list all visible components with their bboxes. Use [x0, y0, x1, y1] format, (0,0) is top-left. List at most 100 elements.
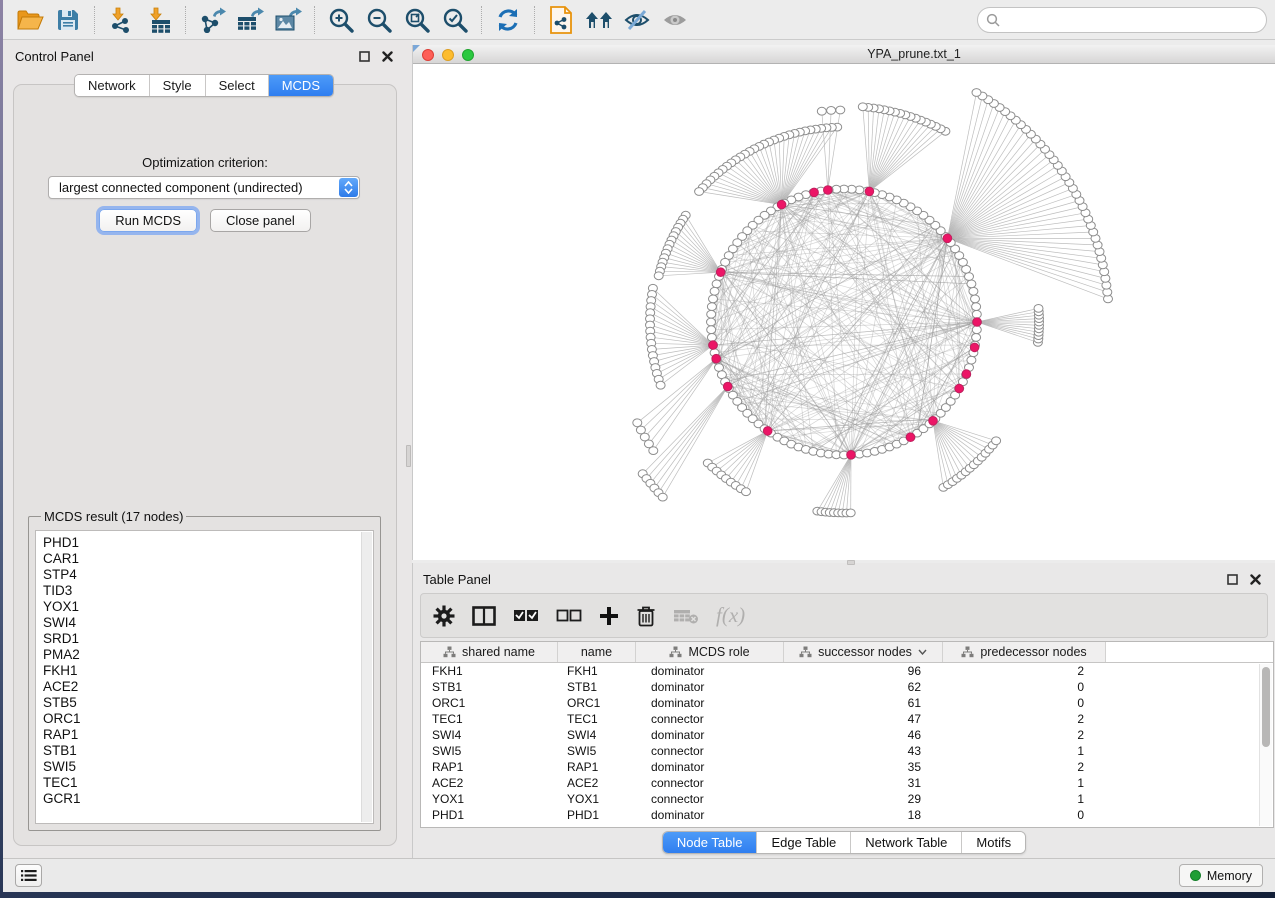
mcds-result-item[interactable]: SRD1: [43, 631, 373, 647]
network-canvas[interactable]: [413, 64, 1275, 560]
table-row[interactable]: SWI5SWI5connector431: [421, 743, 1273, 759]
mcds-result-item[interactable]: GCR1: [43, 791, 373, 807]
close-panel-button[interactable]: Close panel: [210, 209, 311, 232]
mcds-result-item[interactable]: TEC1: [43, 775, 373, 791]
table-row[interactable]: STB1STB1dominator620: [421, 679, 1273, 695]
mcds-result-item[interactable]: STP4: [43, 567, 373, 583]
table-row[interactable]: FKH1FKH1dominator962: [421, 663, 1273, 679]
new-network-from-selection-icon[interactable]: [542, 4, 580, 36]
table-row[interactable]: PHD1PHD1dominator180: [421, 807, 1273, 823]
tab-style[interactable]: Style: [149, 75, 205, 96]
deselect-all-icon[interactable]: [556, 601, 582, 631]
table-cell: 0: [943, 807, 1106, 823]
table-cell: PHD1: [558, 807, 636, 823]
hierarchy-icon: [443, 646, 456, 658]
column-header-successor-nodes[interactable]: successor nodes: [784, 642, 943, 662]
table-cell: 1: [943, 791, 1106, 807]
tab-network-table[interactable]: Network Table: [850, 832, 961, 853]
splitter-handle[interactable]: [406, 445, 411, 467]
import-network-icon[interactable]: [102, 4, 140, 36]
table-cell: dominator: [636, 807, 784, 823]
mcds-list-scrollbar[interactable]: [361, 532, 372, 822]
task-history-button[interactable]: [15, 864, 42, 887]
float-panel-icon[interactable]: [359, 51, 370, 62]
refresh-icon[interactable]: [489, 4, 527, 36]
optimization-criterion-select[interactable]: largest connected component (undirected): [48, 176, 360, 199]
table-scrollbar[interactable]: [1259, 664, 1272, 826]
select-all-icon[interactable]: [513, 601, 539, 631]
search-input[interactable]: [1005, 12, 1258, 27]
mcds-result-item[interactable]: RAP1: [43, 727, 373, 743]
window-minimize-icon[interactable]: [442, 49, 454, 61]
tab-mcds[interactable]: MCDS: [268, 75, 333, 96]
select-first-neighbors-icon[interactable]: [580, 4, 618, 36]
tab-network[interactable]: Network: [75, 75, 149, 96]
mcds-result-item[interactable]: ORC1: [43, 711, 373, 727]
mcds-result-item[interactable]: STB5: [43, 695, 373, 711]
memory-button[interactable]: Memory: [1179, 864, 1263, 887]
tab-edge-table[interactable]: Edge Table: [756, 832, 850, 853]
column-header-predecessor-nodes[interactable]: predecessor nodes: [943, 642, 1106, 662]
export-image-icon[interactable]: [269, 4, 307, 36]
zoom-selected-icon[interactable]: [436, 4, 474, 36]
table-cell: STB1: [421, 679, 558, 695]
vertical-splitter[interactable]: [405, 40, 412, 858]
table-row[interactable]: ORC1ORC1dominator610: [421, 695, 1273, 711]
network-window-title: YPA_prune.txt_1: [413, 47, 1275, 61]
save-session-icon[interactable]: [49, 4, 87, 36]
tab-select[interactable]: Select: [205, 75, 268, 96]
mcds-result-item[interactable]: STB1: [43, 743, 373, 759]
horizontal-splitter-handle[interactable]: [847, 560, 855, 565]
export-network-icon[interactable]: [193, 4, 231, 36]
zoom-fit-icon[interactable]: [398, 4, 436, 36]
table-row[interactable]: RAP1RAP1dominator352: [421, 759, 1273, 775]
run-mcds-button[interactable]: Run MCDS: [99, 209, 197, 232]
table-row[interactable]: ACE2ACE2connector311: [421, 775, 1273, 791]
table-scrollbar-thumb[interactable]: [1262, 667, 1270, 747]
close-panel-icon[interactable]: [382, 51, 393, 62]
close-panel-icon[interactable]: [1250, 574, 1261, 585]
table-cell: 18: [784, 807, 943, 823]
tab-motifs[interactable]: Motifs: [961, 832, 1025, 853]
column-header-shared-name[interactable]: shared name: [421, 642, 558, 662]
import-table-icon[interactable]: [140, 4, 178, 36]
mcds-result-item[interactable]: ACE2: [43, 679, 373, 695]
mcds-result-list[interactable]: PHD1CAR1STP4TID3YOX1SWI4SRD1PMA2FKH1ACE2…: [35, 530, 374, 824]
show-all-icon[interactable]: [656, 4, 694, 36]
table-cell: 31: [784, 775, 943, 791]
network-graph[interactable]: [413, 64, 1275, 560]
mcds-result-item[interactable]: SWI5: [43, 759, 373, 775]
mcds-result-item[interactable]: PHD1: [43, 535, 373, 551]
float-panel-icon[interactable]: [1227, 574, 1238, 585]
table-row[interactable]: TEC1TEC1connector472: [421, 711, 1273, 727]
table-settings-gear-icon[interactable]: [433, 601, 455, 631]
network-window-titlebar[interactable]: YPA_prune.txt_1: [413, 45, 1275, 64]
hide-selected-icon[interactable]: [618, 4, 656, 36]
mcds-result-item[interactable]: TID3: [43, 583, 373, 599]
mcds-result-item[interactable]: CAR1: [43, 551, 373, 567]
search-box[interactable]: [977, 7, 1267, 33]
create-column-icon[interactable]: [599, 601, 619, 631]
column-header-mcds-role[interactable]: MCDS role: [636, 642, 784, 662]
table-row[interactable]: SWI4SWI4dominator462: [421, 727, 1273, 743]
column-header-name[interactable]: name: [558, 642, 636, 662]
chevron-up-icon: [344, 181, 353, 187]
mcds-result-item[interactable]: FKH1: [43, 663, 373, 679]
window-close-icon[interactable]: [422, 49, 434, 61]
zoom-in-icon[interactable]: [322, 4, 360, 36]
toggle-panel-columns-icon[interactable]: [472, 601, 496, 631]
mcds-result-item[interactable]: PMA2: [43, 647, 373, 663]
table-tabs: Node Table Edge Table Network Table Moti…: [413, 831, 1275, 854]
table-row[interactable]: YOX1YOX1connector291: [421, 791, 1273, 807]
window-maximize-icon[interactable]: [462, 49, 474, 61]
table-cell: ORC1: [558, 695, 636, 711]
control-panel-title: Control Panel: [15, 49, 94, 64]
open-file-icon[interactable]: [11, 4, 49, 36]
tab-node-table[interactable]: Node Table: [663, 832, 757, 853]
mcds-result-item[interactable]: YOX1: [43, 599, 373, 615]
table-cell: TEC1: [558, 711, 636, 727]
delete-column-icon[interactable]: [636, 601, 656, 631]
export-table-icon[interactable]: [231, 4, 269, 36]
mcds-result-item[interactable]: SWI4: [43, 615, 373, 631]
zoom-out-icon[interactable]: [360, 4, 398, 36]
